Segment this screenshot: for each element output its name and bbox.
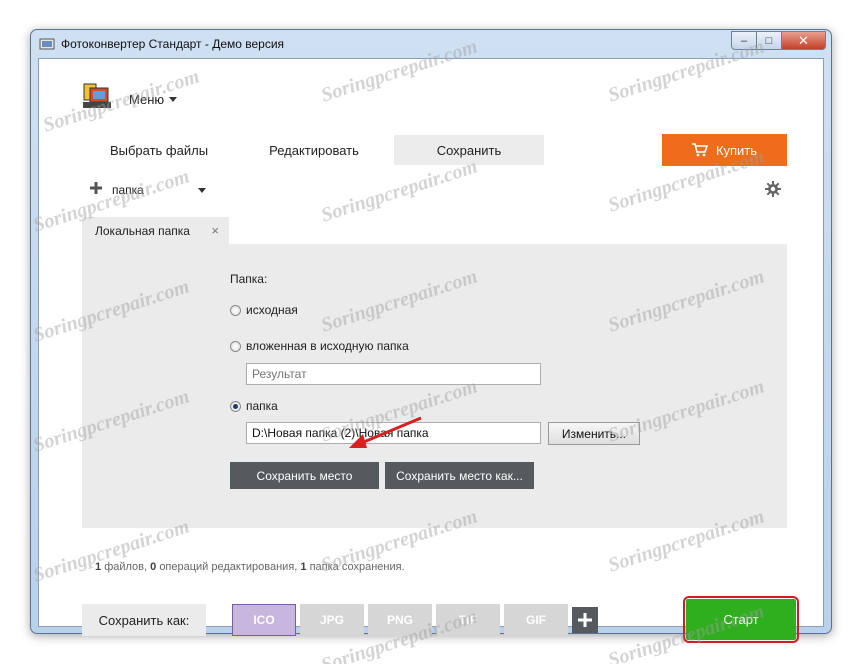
format-button-ico[interactable]: ICO bbox=[232, 604, 296, 636]
menu-button[interactable]: Меню bbox=[129, 92, 178, 107]
add-format-button[interactable] bbox=[572, 607, 598, 633]
files-text: файлов, bbox=[104, 561, 148, 573]
save-place-as-button[interactable]: Сохранить место как... bbox=[385, 462, 534, 489]
subfolder-name-input[interactable] bbox=[246, 363, 541, 385]
folders-count: 1 bbox=[300, 561, 307, 573]
radio-custom-folder[interactable]: папка bbox=[230, 399, 278, 413]
plus-icon bbox=[578, 613, 592, 627]
radio-circle[interactable] bbox=[230, 304, 241, 316]
radio-source-folder[interactable]: исходная bbox=[230, 303, 298, 317]
title-bar[interactable]: Фотоконвертер Стандарт - Демо версия – □… bbox=[31, 30, 831, 57]
folder-type-dropdown[interactable]: папка bbox=[112, 183, 206, 197]
minimize-button[interactable]: – bbox=[731, 31, 757, 50]
tab-local-folder[interactable]: Локальная папка × bbox=[82, 217, 229, 244]
ops-count: 0 bbox=[150, 561, 157, 573]
window-title: Фотоконвертер Стандарт - Демо версия bbox=[61, 37, 285, 51]
tab-edit[interactable]: Редактировать bbox=[239, 135, 389, 165]
buy-label: Купить bbox=[715, 142, 758, 158]
start-button[interactable]: Старт bbox=[686, 599, 796, 640]
tab-save[interactable]: Сохранить bbox=[394, 135, 544, 165]
plus-icon[interactable] bbox=[90, 182, 102, 194]
format-button-png[interactable]: PNG bbox=[368, 604, 432, 636]
caret-down-icon bbox=[197, 187, 206, 193]
maximize-button[interactable]: □ bbox=[757, 31, 782, 50]
format-button-gif[interactable]: GIF bbox=[504, 604, 568, 636]
files-count: 1 bbox=[95, 561, 102, 573]
caret-down-icon bbox=[169, 97, 178, 102]
radio-source-label: исходная bbox=[246, 303, 298, 317]
menu-label: Меню bbox=[129, 92, 165, 107]
folder-label: Папка: bbox=[230, 272, 268, 286]
radio-subfolder-label: вложенная в исходную папка bbox=[246, 339, 409, 353]
red-arrow-annotation bbox=[349, 416, 422, 448]
radio-circle[interactable] bbox=[230, 340, 241, 352]
menu-logo-icon[interactable] bbox=[81, 80, 113, 110]
ops-text: операций редактирования, bbox=[159, 561, 298, 573]
radio-circle-selected[interactable] bbox=[230, 400, 241, 412]
save-as-label: Сохранить как: bbox=[82, 604, 206, 636]
close-icon[interactable]: × bbox=[211, 223, 219, 238]
radio-folder-label: папка bbox=[246, 399, 278, 413]
app-window: Фотоконвертер Стандарт - Демо версия – □… bbox=[30, 29, 832, 643]
close-button[interactable]: ✕ bbox=[782, 31, 826, 50]
status-summary: 1 файлов, 0 операций редактирования, 1 п… bbox=[95, 561, 405, 573]
app-icon bbox=[39, 38, 55, 50]
tab-select-files[interactable]: Выбрать файлы bbox=[84, 135, 234, 165]
buy-button[interactable]: Купить bbox=[662, 134, 787, 166]
local-folder-tab-label: Локальная папка bbox=[95, 223, 190, 238]
radio-subfolder[interactable]: вложенная в исходную папка bbox=[230, 339, 409, 353]
window-controls: – □ ✕ bbox=[731, 31, 826, 50]
gear-icon[interactable] bbox=[765, 181, 781, 197]
change-folder-button[interactable]: Изменить... bbox=[548, 422, 640, 445]
format-button-jpg[interactable]: JPG bbox=[300, 604, 364, 636]
format-button-tif[interactable]: TIF bbox=[436, 604, 500, 636]
client-area: Меню Выбрать файлы Редактировать Сохрани… bbox=[38, 58, 824, 643]
folder-dropdown-label: папка bbox=[112, 183, 144, 197]
local-folder-panel: Папка: исходная вложенная в исходную пап… bbox=[82, 244, 787, 528]
cart-icon bbox=[691, 143, 708, 157]
folders-text: папка сохранения. bbox=[309, 561, 405, 573]
save-place-button[interactable]: Сохранить место bbox=[230, 462, 379, 489]
